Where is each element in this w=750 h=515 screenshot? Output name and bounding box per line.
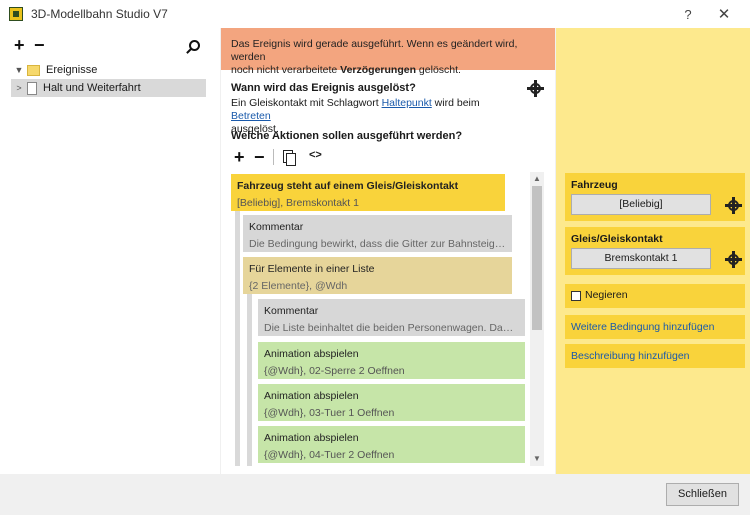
- animation-card[interactable]: Animation abspielen {@Wdh}, 03-Tuer 1 Oe…: [258, 384, 525, 421]
- actions-heading: Welche Aktionen sollen ausgeführt werden…: [231, 130, 463, 142]
- app-logo-icon: [9, 7, 23, 21]
- action-list-scrollbar[interactable]: ▲ ▼: [530, 172, 544, 466]
- action-title: Animation abspielen: [264, 348, 359, 360]
- animation-card[interactable]: Animation abspielen {@Wdh}, 02-Sperre 2 …: [258, 342, 525, 379]
- add-description-link[interactable]: Beschreibung hinzufügen: [571, 350, 690, 362]
- track-select-button[interactable]: Bremskontakt 1: [571, 248, 711, 269]
- action-title: Animation abspielen: [264, 390, 359, 402]
- scroll-down-icon[interactable]: ▼: [530, 452, 544, 466]
- trigger-heading: Wann wird das Ereignis ausgelöst?: [231, 82, 416, 94]
- track-label: Gleis/Gleiskontakt: [571, 233, 663, 245]
- condition-card[interactable]: Fahrzeug steht auf einem Gleis/Gleiskont…: [231, 174, 505, 211]
- add-condition-link[interactable]: Weitere Bedingung hinzufügen: [571, 321, 714, 333]
- warning-bold-text: Verzögerungen: [340, 64, 417, 76]
- document-icon: [27, 81, 37, 95]
- add-action-button[interactable]: +: [234, 148, 245, 166]
- search-icon[interactable]: [189, 40, 200, 51]
- close-dialog-button[interactable]: Schließen: [666, 483, 739, 506]
- tag-link-haltepunkt[interactable]: Haltepunkt: [382, 97, 432, 109]
- event-tree-pane: + − ▼ Ereignisse > Halt und Weiterfahrt: [0, 28, 220, 474]
- action-title: Kommentar: [264, 305, 319, 317]
- negate-label: Negieren: [585, 289, 628, 301]
- action-list: Fahrzeug steht auf einem Gleis/Gleiskont…: [221, 172, 526, 466]
- vehicle-property: Fahrzeug [Beliebig]: [565, 173, 745, 221]
- properties-pane: Fahrzeug [Beliebig] Gleis/Gleiskontakt B…: [556, 28, 750, 474]
- trigger-text: wird beim: [431, 97, 480, 109]
- vehicle-gear-icon[interactable]: [725, 197, 742, 214]
- track-gear-icon[interactable]: [725, 251, 742, 268]
- add-condition-row[interactable]: Weitere Bedingung hinzufügen: [565, 315, 745, 339]
- copy-icon[interactable]: [283, 150, 296, 166]
- tree-item-label: Ereignisse: [46, 64, 98, 76]
- title-bar: 3D-Modellbahn Studio V7 ? ✕: [0, 0, 750, 28]
- action-title: Animation abspielen: [264, 432, 359, 444]
- code-view-button[interactable]: <>: [309, 149, 322, 161]
- tree-item-ereignisse[interactable]: ▼ Ereignisse: [11, 61, 206, 79]
- chevron-down-icon[interactable]: ▼: [14, 65, 24, 75]
- action-summary: {@Wdh}, 03-Tuer 1 Oeffnen: [264, 407, 395, 419]
- action-summary: [Beliebig], Bremskontakt 1: [237, 197, 359, 209]
- warning-line-2: noch nicht verarbeitete Verzögerungen ge…: [231, 64, 545, 77]
- trigger-settings-gear-icon[interactable]: [527, 80, 544, 97]
- scrollbar-thumb[interactable]: [532, 186, 542, 330]
- tree-item-label: Halt und Weiterfahrt: [43, 82, 141, 94]
- negate-row[interactable]: Negieren: [565, 284, 745, 308]
- warning-text: noch nicht verarbeitete: [231, 64, 341, 76]
- folder-icon: [27, 64, 40, 76]
- event-link-betreten[interactable]: Betreten: [231, 110, 271, 122]
- window-close-button[interactable]: ✕: [706, 0, 742, 28]
- execution-warning-banner: Das Ereignis wird gerade ausgeführt. Wen…: [221, 28, 555, 76]
- comment-card[interactable]: Kommentar Die Liste beinhaltet die beide…: [258, 299, 525, 336]
- add-event-button[interactable]: +: [14, 36, 25, 54]
- action-summary: Die Bedingung bewirkt, dass die Gitter z…: [249, 238, 512, 250]
- warning-line-1: Das Ereignis wird gerade ausgeführt. Wen…: [231, 38, 518, 63]
- window-title: 3D-Modellbahn Studio V7: [31, 7, 168, 21]
- event-editor: Das Ereignis wird gerade ausgeführt. Wen…: [221, 28, 555, 474]
- action-title: Fahrzeug steht auf einem Gleis/Gleiskont…: [237, 180, 459, 192]
- dialog-footer: Schließen: [0, 474, 750, 515]
- vehicle-select-button[interactable]: [Beliebig]: [571, 194, 711, 215]
- nesting-guide: [247, 294, 252, 466]
- action-summary: {2 Elemente}, @Wdh: [249, 280, 348, 292]
- animation-card[interactable]: Animation abspielen {@Wdh}, 04-Tuer 2 Oe…: [258, 426, 525, 463]
- negate-checkbox[interactable]: [571, 291, 581, 301]
- action-title: Kommentar: [249, 221, 304, 233]
- scroll-up-icon[interactable]: ▲: [530, 172, 544, 186]
- remove-action-button[interactable]: −: [254, 148, 265, 166]
- trigger-text: Ein Gleiskontakt mit Schlagwort: [231, 97, 382, 109]
- action-summary: {@Wdh}, 04-Tuer 2 Oeffnen: [264, 449, 395, 461]
- loop-card[interactable]: Für Elemente in einer Liste {2 Elemente}…: [243, 257, 512, 294]
- tree-item-halt-und-weiterfahrt[interactable]: > Halt und Weiterfahrt: [11, 79, 206, 97]
- nesting-guide: [235, 211, 240, 466]
- help-button[interactable]: ?: [670, 0, 706, 28]
- track-property: Gleis/Gleiskontakt Bremskontakt 1: [565, 227, 745, 275]
- action-title: Für Elemente in einer Liste: [249, 263, 375, 275]
- vehicle-label: Fahrzeug: [571, 179, 618, 191]
- chevron-right-icon[interactable]: >: [14, 83, 24, 93]
- remove-event-button[interactable]: −: [34, 36, 45, 54]
- comment-card[interactable]: Kommentar Die Bedingung bewirkt, dass di…: [243, 215, 512, 252]
- toolbar-divider: [273, 149, 274, 165]
- warning-text: gelöscht.: [416, 64, 461, 76]
- add-description-row[interactable]: Beschreibung hinzufügen: [565, 344, 745, 368]
- action-summary: Die Liste beinhaltet die beiden Personen…: [264, 322, 525, 334]
- action-summary: {@Wdh}, 02-Sperre 2 Oeffnen: [264, 365, 405, 377]
